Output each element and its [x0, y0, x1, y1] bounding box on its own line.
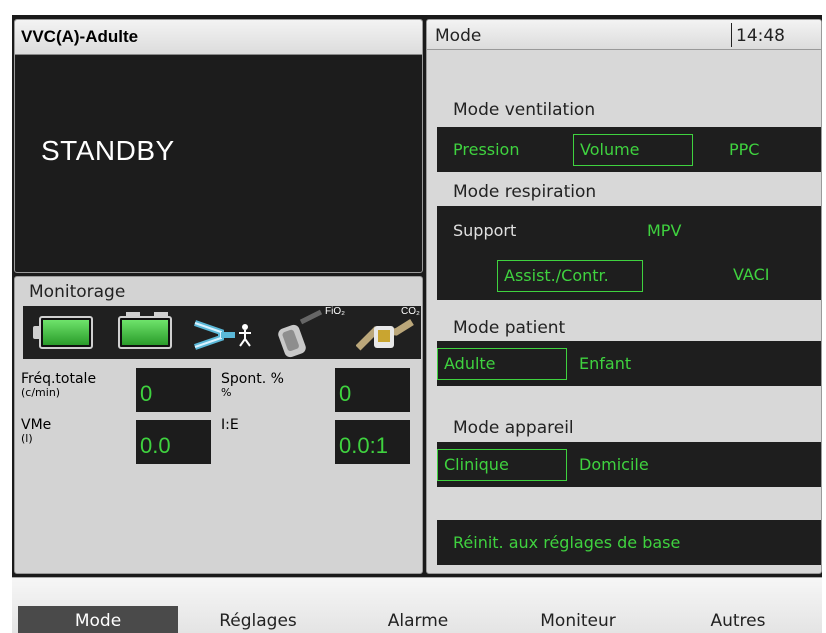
option-enfant[interactable]: Enfant	[573, 349, 637, 379]
ventilation-mode-box: Pression Volume PPC	[437, 127, 821, 172]
bottom-nav: Mode Réglages Alarme Moniteur Autres	[12, 577, 822, 633]
respiration-mode-box: Support MPV Assist./Contr. VACI	[437, 206, 821, 300]
ventilation-mode-label: Mode ventilation	[453, 100, 596, 120]
total-rate-label: Fréq.totale (c/min)	[21, 371, 97, 399]
monitoring-panel: Monitorage FiO₂ CO₂ Fréq.totale (c/min) …	[14, 276, 423, 574]
minute-volume-unit: (l)	[21, 432, 33, 445]
minute-volume-value: 0.0	[136, 420, 211, 464]
option-clinique[interactable]: Clinique	[437, 449, 567, 481]
tab-alarme[interactable]: Alarme	[338, 606, 498, 633]
spont-unit: %	[221, 386, 232, 399]
total-rate-value: 0	[136, 368, 211, 412]
spont-label-text: Spont. %	[221, 371, 284, 387]
option-mpv[interactable]: MPV	[641, 216, 687, 246]
option-assist-contr[interactable]: Assist./Contr.	[497, 260, 643, 292]
minute-volume-label-text: VMe	[21, 417, 52, 433]
spont-label: Spont. % %	[221, 371, 284, 399]
mode-panel: Mode 14:48 Mode ventilation Pression Vol…	[426, 19, 822, 574]
total-rate-unit: (c/min)	[21, 386, 61, 399]
device-mode-label: Mode appareil	[453, 418, 574, 438]
reset-defaults-label: Réinit. aux réglages de base	[453, 533, 681, 552]
tab-mode[interactable]: Mode	[18, 606, 178, 633]
option-ppc[interactable]: PPC	[723, 135, 765, 165]
option-adulte[interactable]: Adulte	[437, 348, 567, 380]
monitoring-title: Monitorage	[29, 282, 126, 302]
co2-sensor-icon	[356, 319, 414, 351]
device-mode-box: Clinique Domicile	[437, 442, 821, 487]
option-pression[interactable]: Pression	[447, 135, 525, 165]
reset-defaults-button[interactable]: Réinit. aux réglages de base	[437, 520, 821, 565]
minute-volume-label: VMe (l)	[21, 417, 52, 445]
co2-label: CO₂	[401, 306, 420, 317]
standby-status: STANDBY	[41, 135, 175, 166]
patient-mode-label: Mode patient	[453, 318, 566, 338]
tab-reglages[interactable]: Réglages	[178, 606, 338, 633]
patient-mode-box: Adulte Enfant	[437, 341, 821, 386]
spont-value: 0	[335, 368, 410, 412]
ie-ratio-label-text: I:E	[221, 417, 239, 433]
mode-title: Mode	[435, 26, 482, 46]
ie-ratio-value: 0.0:1	[335, 420, 410, 464]
tab-moniteur[interactable]: Moniteur	[498, 606, 658, 633]
option-support[interactable]: Support	[447, 216, 522, 246]
external-battery-icon	[118, 312, 180, 349]
option-volume[interactable]: Volume	[573, 134, 693, 166]
status-panel: VVC(A)-Adulte STANDBY	[14, 19, 423, 273]
fio2-label: FiO₂	[325, 306, 345, 317]
option-domicile[interactable]: Domicile	[573, 450, 655, 480]
status-icon-strip: FiO₂ CO₂	[23, 306, 421, 359]
clock: 14:48	[731, 23, 785, 47]
tab-autres[interactable]: Autres	[658, 606, 818, 633]
total-rate-label-text: Fréq.totale	[21, 371, 97, 387]
ie-ratio-label: I:E	[221, 417, 239, 433]
respiration-mode-label: Mode respiration	[453, 182, 597, 202]
option-vaci[interactable]: VACI	[727, 260, 775, 290]
mode-header: Mode 14:48	[427, 20, 821, 50]
patient-circuit-icon	[194, 320, 251, 350]
internal-battery-icon	[33, 316, 95, 349]
ventilation-mode-title: VVC(A)-Adulte	[15, 20, 422, 55]
